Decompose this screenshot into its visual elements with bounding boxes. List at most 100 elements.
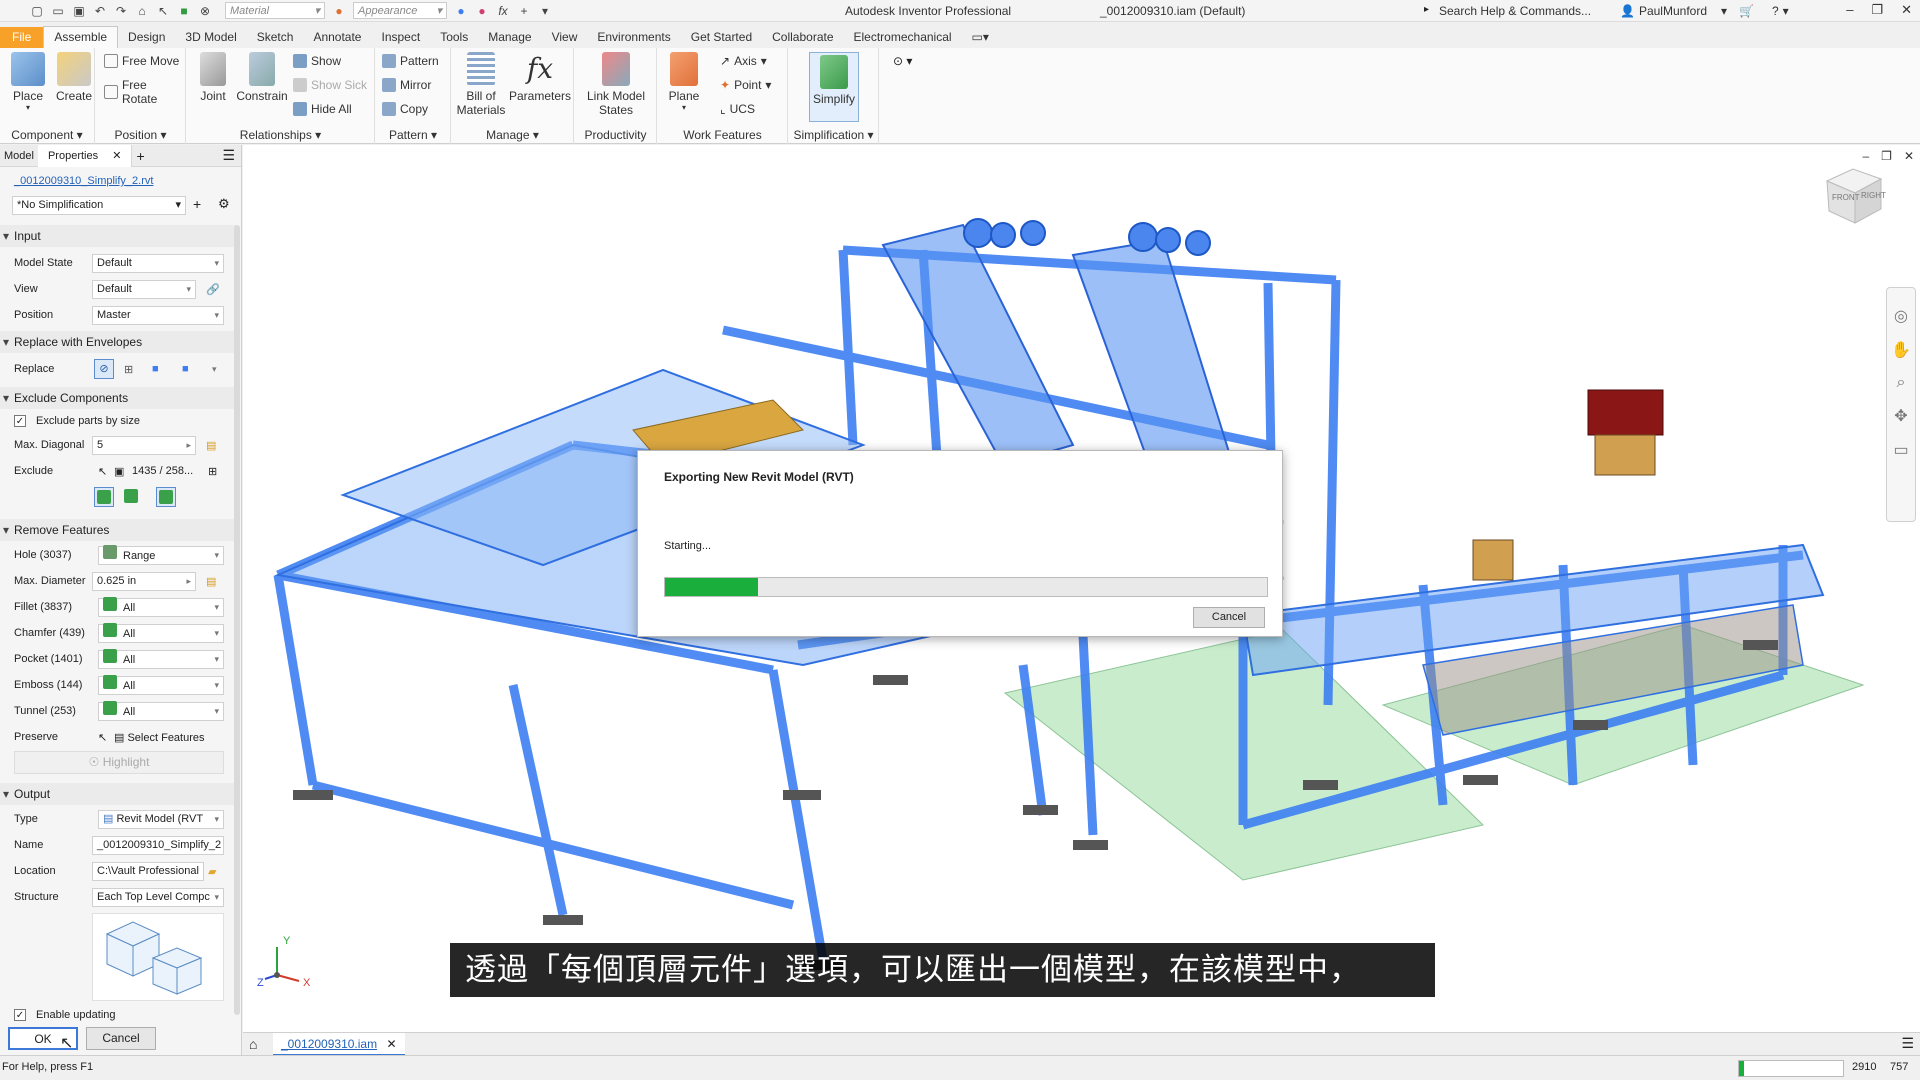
section-output[interactable]: Output (0, 783, 236, 805)
adjust-icon[interactable]: ● (454, 4, 468, 18)
fx-icon[interactable]: fx (496, 4, 510, 18)
tab-design[interactable]: Design (118, 27, 175, 48)
tab-3d-model[interactable]: 3D Model (175, 27, 246, 48)
add-tab-icon[interactable]: + (132, 148, 148, 164)
pan-icon[interactable]: ✋ (1891, 340, 1911, 360)
minimize-icon[interactable]: – (1846, 2, 1853, 18)
save-icon[interactable]: ▣ (72, 4, 86, 18)
panel-title[interactable]: Position ▾ (96, 128, 185, 142)
tab-assemble[interactable]: Assemble (43, 26, 119, 48)
appearance-combo[interactable]: Appearance ▾ (353, 2, 447, 19)
tunnel-select[interactable]: All ▾ (98, 701, 224, 721)
viewcube[interactable]: FRONT RIGHT (1823, 163, 1887, 227)
tab-manage[interactable]: Manage (478, 27, 541, 48)
plane-button[interactable]: Plane ▾ (664, 52, 704, 112)
copy-button[interactable]: Copy (382, 102, 428, 116)
exclude-tool-2-icon[interactable] (124, 489, 144, 506)
replace-none-icon[interactable]: ⊘ (94, 359, 114, 379)
place-button[interactable]: Place ▾ (8, 52, 48, 112)
ucs-button[interactable]: ⌞ UCS (720, 102, 755, 116)
measure-icon[interactable]: ▤ (206, 575, 216, 588)
chevron-down-icon[interactable]: ▾ (212, 364, 217, 375)
simplify-button[interactable]: Simplify (809, 52, 859, 122)
close-icon[interactable]: ✕ (386, 1037, 396, 1051)
zoom-icon[interactable]: ⌕ (1897, 374, 1906, 392)
pattern-button[interactable]: Pattern (382, 54, 439, 68)
ribbon-options-icon[interactable]: ⊙ ▾ (893, 54, 912, 68)
show-button[interactable]: Show (293, 54, 341, 68)
new-file-icon[interactable]: ▢ (30, 4, 44, 18)
tab-file[interactable]: File (0, 27, 44, 48)
section-exclude[interactable]: Exclude Components (0, 387, 236, 409)
clear-appearance-icon[interactable]: ● (475, 4, 489, 18)
hole-select[interactable]: Range ▾ (98, 545, 224, 565)
tab-sketch[interactable]: Sketch (247, 27, 304, 48)
home-icon[interactable]: ⌂ (249, 1036, 257, 1052)
section-input[interactable]: Input (0, 225, 236, 247)
material-combo[interactable]: Material ▾ (225, 2, 325, 19)
add-icon[interactable]: + (193, 196, 201, 212)
undo-icon[interactable]: ↶ (93, 4, 107, 18)
select-arrow-icon[interactable]: ↖ (98, 731, 107, 744)
bom-button[interactable]: Bill of Materials (456, 52, 506, 117)
cancel-button[interactable]: Cancel (86, 1027, 156, 1050)
emboss-select[interactable]: All ▾ (98, 675, 224, 695)
section-remove-features[interactable]: Remove Features (0, 519, 236, 541)
structure-select[interactable]: Each Top Level Compc ▾ (92, 887, 224, 907)
panel-title[interactable]: Relationships ▾ (187, 128, 374, 142)
section-envelopes[interactable]: Replace with Envelopes (0, 331, 236, 353)
tab-collaborate[interactable]: Collaborate (762, 27, 843, 48)
point-button[interactable]: ✦ Point ▾ (720, 78, 771, 92)
tab-inspect[interactable]: Inspect (371, 27, 430, 48)
measure-icon[interactable]: ▤ (206, 439, 216, 452)
free-move-button[interactable]: Free Move (104, 54, 179, 68)
tab-view[interactable]: View (542, 27, 588, 48)
select-features-button[interactable]: ▤ Select Features (114, 731, 205, 744)
exclude-tool-3-icon[interactable] (156, 487, 176, 507)
close-icon[interactable]: ✕ (1901, 2, 1912, 18)
user-account[interactable]: 👤 PaulMunford ▾ 🛒 ? ▾ (1620, 4, 1789, 18)
help-icon[interactable]: ? (1772, 4, 1779, 18)
folder-icon[interactable]: ▰ (208, 865, 216, 878)
grid-icon[interactable]: ⊞ (208, 465, 217, 478)
link-icon[interactable]: 🔗 (206, 283, 220, 296)
file-link[interactable]: _0012009310_Simplify_2.rvt (14, 175, 153, 187)
panel-title[interactable]: Component ▾ (0, 128, 94, 142)
select-icon[interactable]: ↖ (156, 4, 170, 18)
tab-electromechanical[interactable]: Electromechanical (844, 27, 962, 48)
cart-icon[interactable]: 🛒 (1739, 4, 1754, 18)
menu-icon[interactable]: ☰ (218, 147, 241, 164)
tab-tools[interactable]: Tools (430, 27, 478, 48)
chamfer-select[interactable]: All ▾ (98, 623, 224, 643)
parameters-button[interactable]: fx Parameters (508, 52, 572, 103)
clear-override-icon[interactable]: ⊗ (198, 4, 212, 18)
restore-icon[interactable]: ❐ (1871, 2, 1883, 18)
panel-title[interactable]: Simplification ▾ (789, 128, 878, 142)
exclude-by-size-checkbox[interactable]: ✓ (14, 415, 26, 427)
close-icon[interactable]: ✕ (1904, 149, 1914, 163)
expand-arrow-icon[interactable]: ▸ (1424, 4, 1429, 15)
home-icon[interactable]: ⌂ (135, 4, 149, 18)
dialog-cancel-button[interactable]: Cancel (1193, 607, 1265, 628)
enable-updating-checkbox[interactable]: ✓ (14, 1009, 26, 1021)
replace-parts-icon[interactable]: ■ (152, 363, 159, 375)
view-select[interactable]: Default ▾ (92, 279, 196, 299)
steering-wheel-icon[interactable]: ◎ (1894, 306, 1908, 326)
max-diagonal-input[interactable]: 5 ▸ (92, 435, 196, 455)
position-select[interactable]: Master ▾ (92, 305, 224, 325)
location-input[interactable]: C:\Vault Professional (92, 861, 204, 881)
tab-model[interactable]: Model (0, 150, 38, 162)
type-select[interactable]: ▤ Revit Model (RVT ▾ (98, 809, 224, 829)
exclude-tool-1-icon[interactable] (94, 487, 114, 507)
tab-annotate[interactable]: Annotate (303, 27, 371, 48)
look-at-icon[interactable]: ▭ (1893, 440, 1908, 460)
create-button[interactable]: Create (54, 52, 94, 103)
minimize-icon[interactable]: – (1862, 149, 1869, 163)
menu-icon[interactable]: ☰ (1901, 1035, 1914, 1052)
pocket-select[interactable]: All ▾ (98, 649, 224, 669)
search-help-input[interactable]: Search Help & Commands... (1435, 2, 1595, 20)
mirror-button[interactable]: Mirror (382, 78, 431, 92)
customize-icon[interactable]: ▾ (538, 4, 552, 18)
hide-all-button[interactable]: Hide All (293, 102, 352, 116)
link-model-states-button[interactable]: Link Model States (579, 52, 653, 117)
